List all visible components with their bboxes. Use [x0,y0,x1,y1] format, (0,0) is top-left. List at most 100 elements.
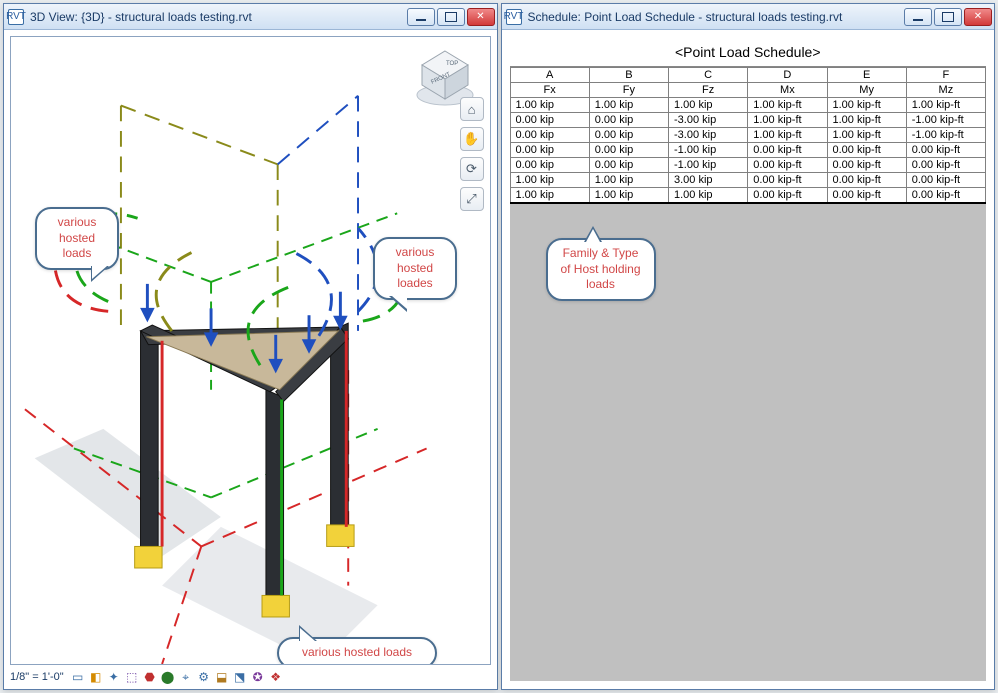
table-cell[interactable]: 0.00 kip [510,128,589,143]
maximize-button[interactable] [934,8,962,26]
col-label[interactable]: Fx [510,83,589,98]
col-letter[interactable]: F [906,68,985,83]
table-cell[interactable]: 1.00 kip [510,188,589,204]
statusbar-icon[interactable]: ⬚ [124,669,140,685]
table-cell[interactable]: 0.00 kip-ft [748,188,827,204]
table-cell[interactable]: 0.00 kip-ft [748,158,827,173]
table-cell[interactable]: 1.00 kip [510,98,589,113]
statusbar-icon[interactable]: ✪ [250,669,266,685]
titlebar-right[interactable]: RVT Schedule: Point Load Schedule - stru… [502,4,995,30]
table-cell[interactable]: 0.00 kip-ft [748,173,827,188]
table-cell[interactable]: 1.00 kip [669,98,748,113]
col-label[interactable]: Fy [589,83,668,98]
nav-rotate-button[interactable]: ⟳ [460,157,484,181]
minimize-button[interactable] [407,8,435,26]
maximize-button[interactable] [437,8,465,26]
statusbar-icon[interactable]: ⚙ [196,669,212,685]
col-label[interactable]: My [827,83,906,98]
viewport-3d[interactable]: FRONT TOP ⌂ ✋ ⟳ ⤢ various hosted loads v… [4,30,497,689]
table-cell[interactable]: 0.00 kip [510,143,589,158]
table-cell[interactable]: 1.00 kip [589,98,668,113]
view-scale[interactable]: 1/8" = 1'-0" [10,671,64,683]
table-cell[interactable]: -1.00 kip [669,143,748,158]
table-row[interactable]: 0.00 kip0.00 kip-1.00 kip0.00 kip-ft0.00… [510,143,986,158]
table-row[interactable]: 0.00 kip0.00 kip-3.00 kip1.00 kip-ft1.00… [510,113,986,128]
table-cell[interactable]: 0.00 kip [510,113,589,128]
statusbar-icon[interactable]: ⬓ [214,669,230,685]
table-cell[interactable]: 1.00 kip-ft [748,128,827,143]
table-cell[interactable]: 1.00 kip [589,188,668,204]
table-cell[interactable]: 0.00 kip-ft [748,143,827,158]
close-button[interactable] [964,8,992,26]
table-cell[interactable]: 0.00 kip-ft [906,143,985,158]
table-cell[interactable]: 1.00 kip [589,173,668,188]
table-cell[interactable]: 1.00 kip-ft [906,98,985,113]
table-row[interactable]: 0.00 kip0.00 kip-3.00 kip1.00 kip-ft1.00… [510,128,986,143]
table-cell[interactable]: 0.00 kip-ft [906,158,985,173]
callout-right: various hosted loades [373,237,457,300]
col-label[interactable]: Mx [748,83,827,98]
table-cell[interactable]: 0.00 kip [589,143,668,158]
table-cell[interactable]: 0.00 kip-ft [827,158,906,173]
statusbar-icon[interactable]: ⬤ [160,669,176,685]
table-cell[interactable]: 1.00 kip-ft [748,98,827,113]
titlebar-left[interactable]: RVT 3D View: {3D} - structural loads tes… [4,4,497,30]
table-cell[interactable]: -3.00 kip [669,128,748,143]
table-cell[interactable]: -1.00 kip-ft [906,128,985,143]
table-cell[interactable]: 0.00 kip [589,113,668,128]
col-letter[interactable]: A [510,68,589,83]
table-row[interactable]: 1.00 kip1.00 kip1.00 kip0.00 kip-ft0.00 … [510,188,986,204]
table-cell[interactable]: -1.00 kip-ft [906,113,985,128]
table-cell[interactable]: 0.00 kip-ft [827,173,906,188]
window-title-left: 3D View: {3D} - structural loads testing… [30,10,407,24]
schedule-table[interactable]: ABCDEF FxFyFzMxMyMz 1.00 kip1.00 kip1.00… [510,67,987,204]
svg-text:TOP: TOP [446,61,458,67]
table-row[interactable]: 1.00 kip1.00 kip3.00 kip0.00 kip-ft0.00 … [510,173,986,188]
close-button[interactable] [467,8,495,26]
statusbar-icon[interactable]: ▭ [70,669,86,685]
nav-hand-button[interactable]: ✋ [460,127,484,151]
table-cell[interactable]: 0.00 kip [589,128,668,143]
callout-left: various hosted loads [35,207,119,270]
table-cell[interactable]: 1.00 kip [510,173,589,188]
table-row[interactable]: 1.00 kip1.00 kip1.00 kip1.00 kip-ft1.00 … [510,98,986,113]
table-cell[interactable]: 0.00 kip-ft [827,143,906,158]
table-cell[interactable]: 0.00 kip [589,158,668,173]
table-cell[interactable]: 0.00 kip [510,158,589,173]
table-cell[interactable]: -3.00 kip [669,113,748,128]
statusbar-icon[interactable]: ⬣ [142,669,158,685]
col-label[interactable]: Fz [669,83,748,98]
view-status-bar: 1/8" = 1'-0" ▭ ◧ ✦ ⬚ ⬣ ⬤ ⌖ ⚙ ⬓ ⬔ ✪ ❖ [10,667,491,687]
table-cell[interactable]: 1.00 kip-ft [748,113,827,128]
statusbar-icon[interactable]: ◧ [88,669,104,685]
col-letter[interactable]: E [827,68,906,83]
table-cell[interactable]: 1.00 kip-ft [827,113,906,128]
callout-schedule: Family & Type of Host holding loads [546,238,656,301]
table-row[interactable]: 0.00 kip0.00 kip-1.00 kip0.00 kip-ft0.00… [510,158,986,173]
table-cell[interactable]: 1.00 kip-ft [827,98,906,113]
minimize-button[interactable] [904,8,932,26]
table-cell[interactable]: 0.00 kip-ft [906,188,985,204]
col-letter[interactable]: C [669,68,748,83]
table-cell[interactable]: 0.00 kip-ft [827,188,906,204]
right-schedule-window: RVT Schedule: Point Load Schedule - stru… [501,3,996,690]
app-icon: RVT [506,9,522,25]
col-label[interactable]: Mz [906,83,985,98]
statusbar-icon[interactable]: ⬔ [232,669,248,685]
nav-home-button[interactable]: ⌂ [460,97,484,121]
window-title-right: Schedule: Point Load Schedule - structur… [528,10,905,24]
col-letter[interactable]: B [589,68,668,83]
statusbar-icon[interactable]: ✦ [106,669,122,685]
statusbar-icon[interactable]: ❖ [268,669,284,685]
statusbar-icon[interactable]: ⌖ [178,669,194,685]
table-cell[interactable]: -1.00 kip [669,158,748,173]
nav-zoom-button[interactable]: ⤢ [460,187,484,211]
table-cell[interactable]: 3.00 kip [669,173,748,188]
table-cell[interactable]: 1.00 kip-ft [827,128,906,143]
app-icon: RVT [8,9,24,25]
col-letter[interactable]: D [748,68,827,83]
table-cell[interactable]: 0.00 kip-ft [906,173,985,188]
left-3d-window: RVT 3D View: {3D} - structural loads tes… [3,3,498,690]
table-cell[interactable]: 1.00 kip [669,188,748,204]
model-canvas[interactable] [11,37,490,664]
